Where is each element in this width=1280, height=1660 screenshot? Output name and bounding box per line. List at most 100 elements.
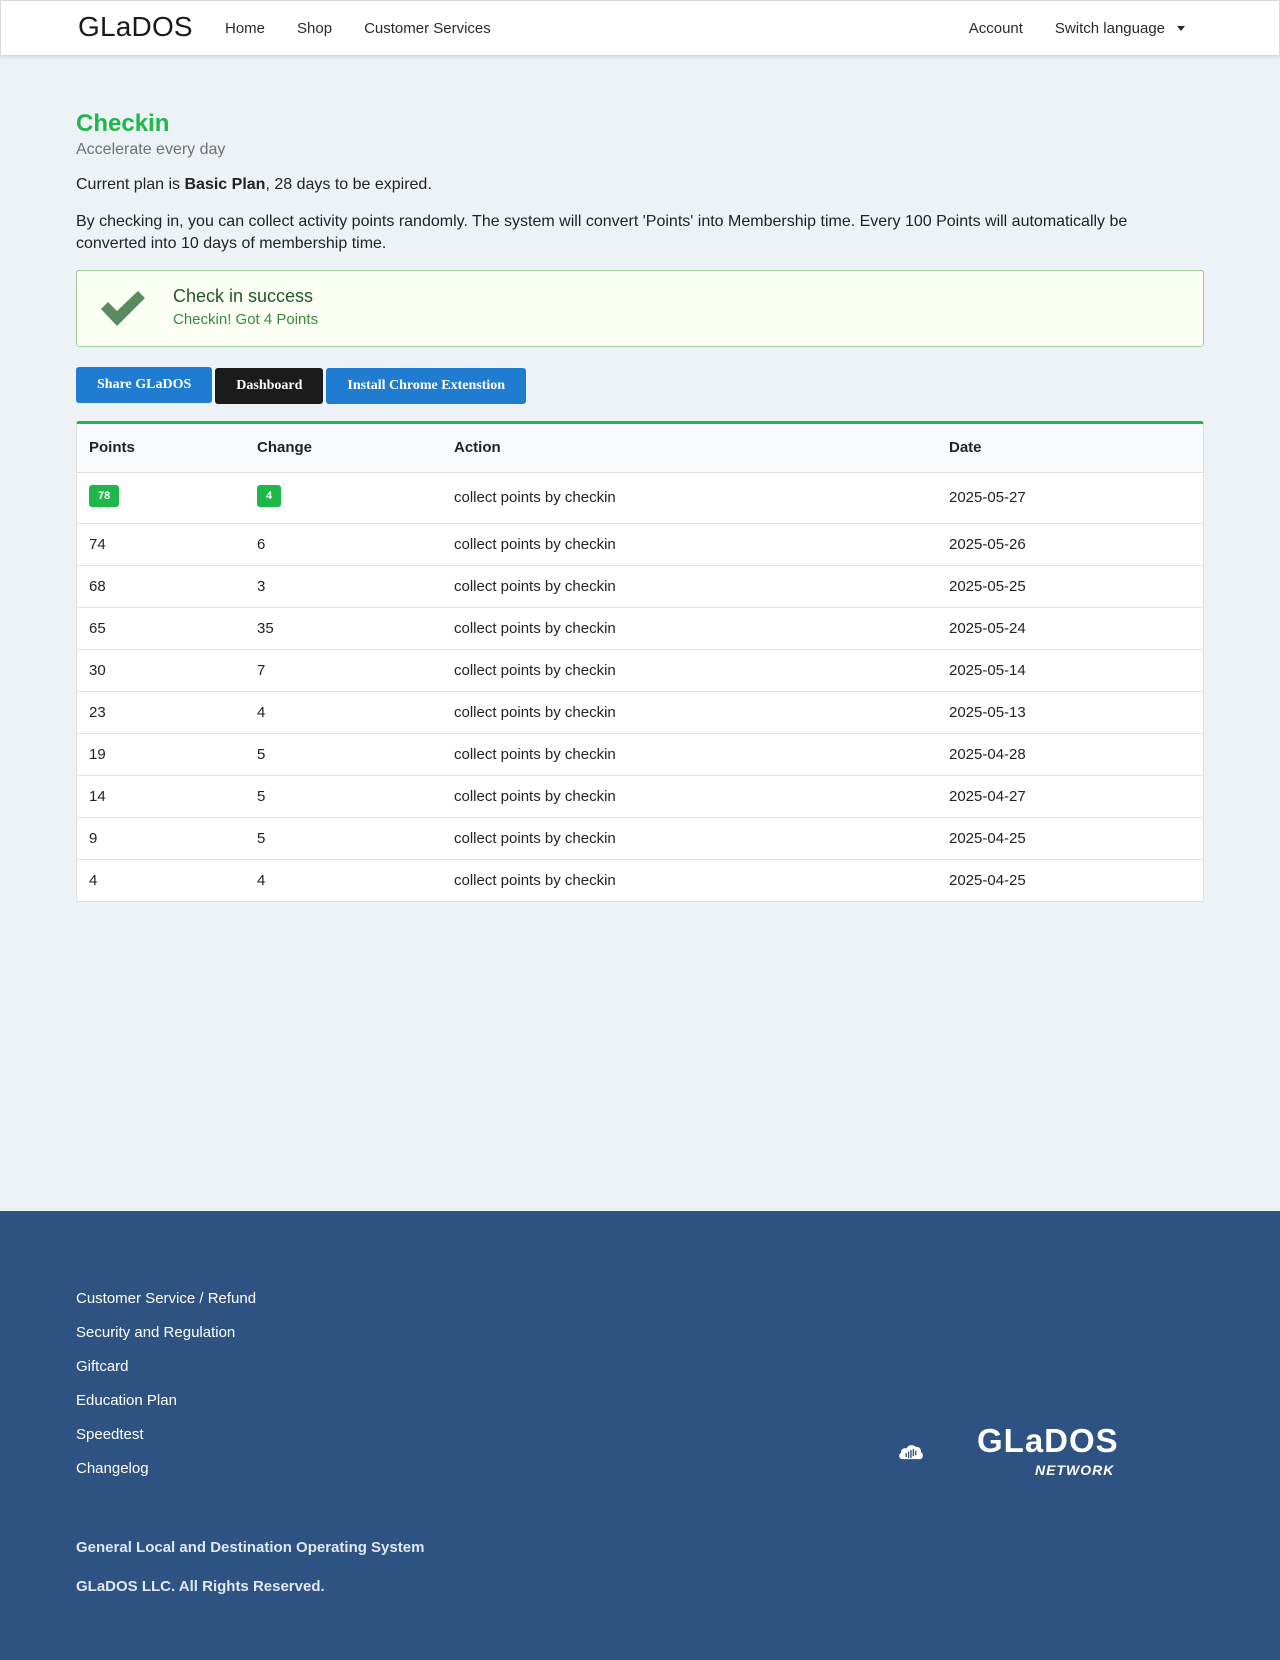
footer-link-speedtest[interactable]: Speedtest bbox=[76, 1425, 256, 1444]
plan-name: Basic Plan bbox=[184, 176, 266, 193]
header-change: Change bbox=[245, 424, 442, 473]
change-cell: 35 bbox=[245, 607, 442, 650]
table-row: 74 6 collect points by checkin 2025-05-2… bbox=[77, 523, 1203, 566]
footer-bottom: General Local and Destination Operating … bbox=[76, 1538, 424, 1616]
top-navbar: GLaDOS Home Shop Customer Services Accou… bbox=[0, 0, 1280, 56]
action-cell: collect points by checkin bbox=[442, 817, 937, 860]
language-label: Switch language bbox=[1054, 20, 1165, 37]
plan-prefix: Current plan is bbox=[76, 176, 185, 193]
date-cell: 2025-04-28 bbox=[937, 733, 1203, 776]
nav-account-link[interactable]: Account bbox=[969, 20, 1023, 37]
footer-logo-text: GLaDOS bbox=[977, 1422, 1119, 1459]
points-table: Points Change Action Date 78 4 collect p… bbox=[77, 424, 1203, 901]
checkin-description: By checking in, you can collect activity… bbox=[76, 213, 1128, 252]
points-cell: 23 bbox=[77, 691, 245, 734]
action-buttons: Share GLaDOS Dashboard Install Chrome Ex… bbox=[76, 367, 1204, 404]
language-switcher[interactable]: Switch language bbox=[1055, 20, 1185, 37]
cloud-logo-icon bbox=[899, 1445, 923, 1460]
action-cell: collect points by checkin bbox=[442, 649, 937, 692]
footer-tagline: General Local and Destination Operating … bbox=[76, 1539, 425, 1556]
site-footer: Customer Service / Refund Security and R… bbox=[0, 1211, 1280, 1660]
footer-link-changelog[interactable]: Changelog bbox=[76, 1459, 256, 1478]
nav-right: Account Switch language bbox=[969, 20, 1185, 37]
table-row: 9 5 collect points by checkin 2025-04-25 bbox=[77, 817, 1203, 860]
main-content: Checkin Accelerate every day Current pla… bbox=[76, 110, 1204, 902]
action-cell: collect points by checkin bbox=[442, 565, 937, 608]
install-extension-button[interactable]: Install Chrome Extenstion bbox=[326, 368, 527, 404]
points-cell: 68 bbox=[77, 565, 245, 608]
footer-copyright: GLaDOS LLC. All Rights Reserved. bbox=[76, 1578, 325, 1595]
table-header-row: Points Change Action Date bbox=[77, 424, 1203, 473]
change-cell: 6 bbox=[245, 523, 442, 566]
change-badge: 4 bbox=[257, 484, 282, 507]
points-cell: 9 bbox=[77, 817, 245, 860]
dashboard-button[interactable]: Dashboard bbox=[215, 368, 324, 404]
action-cell: collect points by checkin bbox=[442, 523, 937, 566]
header-date: Date bbox=[937, 424, 1203, 473]
change-cell: 5 bbox=[245, 775, 442, 818]
points-badge: 78 bbox=[89, 484, 120, 507]
date-cell: 2025-05-24 bbox=[937, 607, 1203, 650]
page-subtitle: Accelerate every day bbox=[76, 141, 226, 158]
header-points: Points bbox=[77, 424, 245, 473]
footer-link-customer-service[interactable]: Customer Service / Refund bbox=[76, 1289, 256, 1308]
date-cell: 2025-05-13 bbox=[937, 691, 1203, 734]
points-cell: 30 bbox=[77, 649, 245, 692]
table-row: 30 7 collect points by checkin 2025-05-1… bbox=[77, 649, 1203, 692]
table-row: 78 4 collect points by checkin 2025-05-2… bbox=[77, 472, 1203, 524]
alert-heading: Check in success bbox=[173, 286, 314, 306]
share-button[interactable]: Share GLaDOS bbox=[76, 367, 213, 403]
action-cell: collect points by checkin bbox=[442, 733, 937, 776]
change-cell: 5 bbox=[245, 733, 442, 776]
plan-suffix: , 28 days to be expired. bbox=[265, 176, 432, 193]
success-alert: Check in success Checkin! Got 4 Points bbox=[76, 270, 1204, 347]
change-cell: 3 bbox=[245, 565, 442, 608]
check-icon bbox=[101, 291, 145, 326]
table-row: 14 5 collect points by checkin 2025-04-2… bbox=[77, 775, 1203, 818]
date-cell: 2025-04-25 bbox=[937, 817, 1203, 860]
change-cell: 7 bbox=[245, 649, 442, 692]
action-cell: collect points by checkin bbox=[442, 472, 937, 524]
points-cell: 78 bbox=[77, 472, 245, 524]
points-cell: 65 bbox=[77, 607, 245, 650]
date-cell: 2025-05-26 bbox=[937, 523, 1203, 566]
change-cell: 4 bbox=[245, 472, 442, 524]
brand-logo[interactable]: GLaDOS bbox=[78, 11, 193, 43]
nav-customer-services-link[interactable]: Customer Services bbox=[364, 20, 491, 37]
points-cell: 4 bbox=[89, 871, 98, 889]
date-cell: 2025-04-25 bbox=[949, 871, 1026, 889]
points-cell: 14 bbox=[77, 775, 245, 818]
points-cell: 74 bbox=[77, 523, 245, 566]
action-cell: collect points by checkin bbox=[442, 691, 937, 734]
table-row: 19 5 collect points by checkin 2025-04-2… bbox=[77, 733, 1203, 776]
footer-logo-subtext: NETWORK bbox=[1035, 1462, 1115, 1478]
change-cell: 4 bbox=[257, 871, 266, 889]
table-row: 65 35 collect points by checkin 2025-05-… bbox=[77, 607, 1203, 650]
nav-shop-link[interactable]: Shop bbox=[297, 20, 332, 37]
header-action: Action bbox=[442, 424, 937, 473]
footer-link-education[interactable]: Education Plan bbox=[76, 1391, 256, 1410]
current-plan-text: Current plan is Basic Plan, 28 days to b… bbox=[76, 176, 1204, 194]
table-row: 23 4 collect points by checkin 2025-05-1… bbox=[77, 691, 1203, 734]
points-cell: 19 bbox=[77, 733, 245, 776]
date-cell: 2025-05-25 bbox=[937, 565, 1203, 608]
action-cell: collect points by checkin bbox=[454, 871, 616, 889]
table-row: 4 4 collect points by checkin 2025-04-25 bbox=[77, 859, 1203, 901]
footer-link-security[interactable]: Security and Regulation bbox=[76, 1323, 256, 1342]
date-cell: 2025-05-27 bbox=[937, 472, 1203, 524]
points-table-card: Points Change Action Date 78 4 collect p… bbox=[76, 421, 1204, 902]
footer-links: Customer Service / Refund Security and R… bbox=[76, 1289, 256, 1493]
table-row: 68 3 collect points by checkin 2025-05-2… bbox=[77, 565, 1203, 608]
action-cell: collect points by checkin bbox=[442, 607, 937, 650]
date-cell: 2025-05-14 bbox=[937, 649, 1203, 692]
nav-links: Home Shop Customer Services bbox=[225, 20, 523, 37]
change-cell: 4 bbox=[245, 691, 442, 734]
date-cell: 2025-04-27 bbox=[937, 775, 1203, 818]
nav-home-link[interactable]: Home bbox=[225, 20, 265, 37]
change-cell: 5 bbox=[245, 817, 442, 860]
caret-down-icon bbox=[1177, 26, 1185, 31]
alert-message: Checkin! Got 4 Points bbox=[173, 311, 319, 328]
action-cell: collect points by checkin bbox=[442, 775, 937, 818]
page-title: Checkin bbox=[76, 110, 170, 137]
footer-link-giftcard[interactable]: Giftcard bbox=[76, 1357, 256, 1376]
